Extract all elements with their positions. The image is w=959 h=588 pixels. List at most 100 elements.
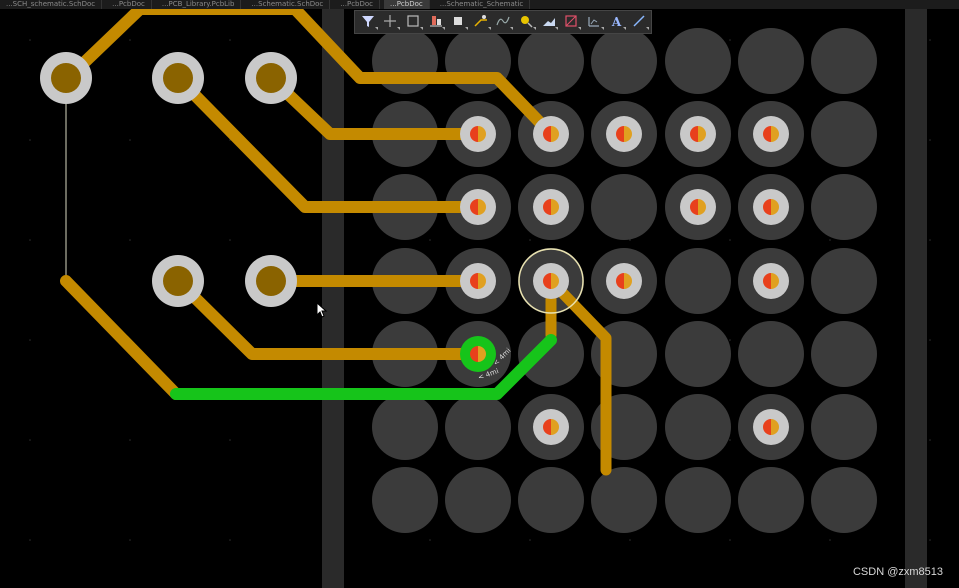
grid-dot (129, 39, 131, 41)
route-icon (474, 13, 488, 32)
active-via[interactable] (460, 336, 496, 372)
via[interactable] (680, 116, 716, 152)
via[interactable] (533, 263, 569, 299)
document-tab[interactable]: ...SCH_schematic.SchDoc (0, 0, 103, 9)
document-tab[interactable]: ...PCB_Library.PcbLib (156, 0, 242, 9)
grid-dot (529, 539, 531, 541)
diff-pair-icon (496, 13, 511, 32)
grid-dot (629, 539, 631, 541)
bga-pad[interactable] (518, 28, 584, 94)
via[interactable] (753, 116, 789, 152)
active-bar: A (354, 10, 652, 34)
grid-dot (929, 439, 931, 441)
document-tab[interactable]: ...PcbDoc (106, 0, 152, 9)
watermark: CSDN @zxm8513 (852, 566, 943, 578)
bga-pad[interactable] (811, 174, 877, 240)
component-tool-button[interactable] (447, 12, 469, 32)
interactive-route-tool-button[interactable] (470, 12, 492, 32)
bga-pad[interactable] (738, 28, 804, 94)
grid-dot (829, 239, 831, 241)
via[interactable] (533, 189, 569, 225)
grid-dot (429, 239, 431, 241)
keepout-tool-button[interactable] (560, 12, 582, 32)
route-tool-button[interactable] (380, 12, 402, 32)
grid-dot (129, 439, 131, 441)
document-tab[interactable]: ...PcbDoc (334, 0, 381, 9)
bga-pad[interactable] (811, 467, 877, 533)
through-hole-pad[interactable] (245, 52, 297, 104)
grid-dot (229, 439, 231, 441)
bga-pad[interactable] (445, 394, 511, 460)
grid-dot (29, 539, 31, 541)
via[interactable] (460, 189, 496, 225)
align-icon (429, 13, 443, 32)
bga-pad[interactable] (665, 467, 731, 533)
bga-region-left-edge (322, 9, 344, 588)
via[interactable] (753, 189, 789, 225)
grid-dot (729, 39, 731, 41)
via[interactable] (753, 263, 789, 299)
bga-pad[interactable] (811, 321, 877, 387)
via[interactable] (460, 263, 496, 299)
bga-pad[interactable] (518, 467, 584, 533)
via[interactable] (606, 263, 642, 299)
bga-pad[interactable] (665, 394, 731, 460)
grid-dot (929, 39, 931, 41)
bga-pad[interactable] (811, 394, 877, 460)
via[interactable] (533, 116, 569, 152)
line-tool-button[interactable] (628, 12, 650, 32)
crosshair-icon (383, 13, 397, 32)
grid-dot (529, 239, 531, 241)
through-hole-pad[interactable] (152, 255, 204, 307)
grid-dot (29, 439, 31, 441)
grid-dot (29, 239, 31, 241)
bga-pad[interactable] (591, 28, 657, 94)
bga-pad[interactable] (738, 321, 804, 387)
bga-pad[interactable] (372, 28, 438, 94)
bga-pad[interactable] (372, 467, 438, 533)
via[interactable] (680, 189, 716, 225)
filter-tool-button[interactable] (357, 12, 379, 32)
component-icon (451, 13, 465, 32)
bga-pad[interactable] (665, 248, 731, 314)
bga-pad[interactable] (591, 174, 657, 240)
align-tool-button[interactable] (425, 12, 447, 32)
bga-pad[interactable] (372, 394, 438, 460)
bga-pad[interactable] (811, 28, 877, 94)
via-tool-button[interactable] (515, 12, 537, 32)
keepout-icon (564, 13, 578, 32)
fill-tool-button[interactable] (538, 12, 560, 32)
fill-icon (542, 13, 556, 32)
string-tool-button[interactable]: A (606, 12, 628, 32)
bga-pad[interactable] (811, 248, 877, 314)
via[interactable] (533, 409, 569, 445)
through-hole-pad[interactable] (245, 255, 297, 307)
bga-pad[interactable] (738, 467, 804, 533)
document-tab[interactable]: ...Schematic_Schematic (434, 0, 531, 9)
document-tab[interactable]: ...Schematic.SchDoc (245, 0, 331, 9)
bga-region-right-edge (905, 9, 927, 588)
grid-dot (129, 239, 131, 241)
via[interactable] (460, 116, 496, 152)
through-hole-pad[interactable] (40, 52, 92, 104)
grid-dot (829, 539, 831, 541)
grid-dot (929, 339, 931, 341)
bga-pad[interactable] (665, 321, 731, 387)
select-tool-button[interactable] (402, 12, 424, 32)
grid-dot (229, 539, 231, 541)
dimension-tool-button[interactable] (583, 12, 605, 32)
grid-dot (929, 139, 931, 141)
bga-pad[interactable] (665, 28, 731, 94)
diff-pair-tool-button[interactable] (493, 12, 515, 32)
via[interactable] (606, 116, 642, 152)
pcb-canvas[interactable]: < 4mi < 4mi (0, 9, 959, 588)
grid-dot (729, 439, 731, 441)
bga-pad[interactable] (445, 467, 511, 533)
mouse-cursor-icon (316, 302, 328, 318)
bga-pad[interactable] (591, 467, 657, 533)
document-tab[interactable]: ...PcbDoc (384, 0, 430, 9)
grid-dot (729, 539, 731, 541)
via[interactable] (753, 409, 789, 445)
through-hole-pad[interactable] (152, 52, 204, 104)
bga-pad[interactable] (811, 101, 877, 167)
